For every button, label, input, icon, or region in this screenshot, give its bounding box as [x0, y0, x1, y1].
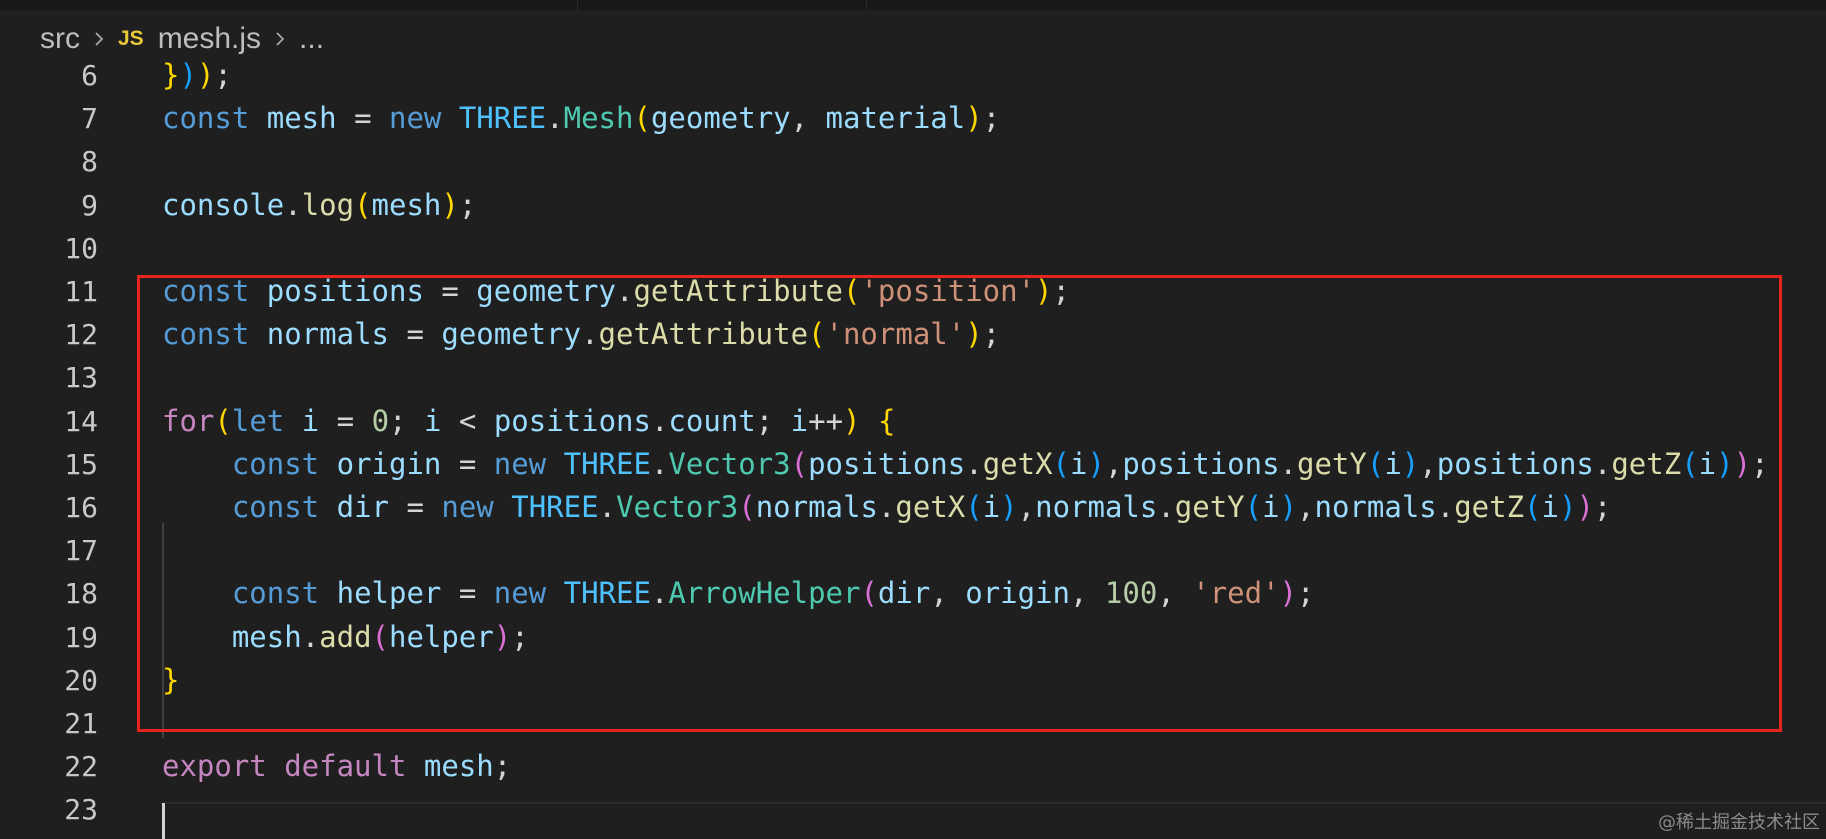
line-number: 6 — [81, 59, 98, 92]
current-line-highlight — [160, 802, 1826, 804]
code-token: mesh — [266, 101, 337, 136]
chevron-right-icon — [273, 32, 287, 46]
code-token: ; — [214, 58, 232, 92]
code-token: default — [284, 749, 424, 784]
code-token: ) — [965, 101, 983, 136]
code-token: ) — [441, 187, 459, 222]
line-number: 9 — [81, 188, 98, 222]
code-token: ( — [633, 101, 651, 136]
breadcrumb-folder[interactable]: src — [40, 22, 80, 56]
line-number: 18 — [64, 577, 98, 611]
code-content: export default mesh; — [162, 745, 511, 788]
code-token: . — [284, 187, 302, 222]
code-token: ; — [493, 749, 512, 784]
line-number: 11 — [64, 275, 98, 308]
line-number: 21 — [64, 707, 98, 740]
code-line[interactable]: 8 — [0, 140, 1826, 183]
code-token: material — [825, 101, 966, 136]
code-token: Mesh — [563, 101, 634, 136]
code-token: ; — [982, 101, 1001, 136]
code-token: console — [162, 187, 285, 222]
line-number: 23 — [64, 793, 98, 827]
code-token: log — [301, 187, 355, 222]
line-number: 8 — [81, 145, 98, 179]
code-token: THREE — [458, 101, 547, 136]
code-token: new — [389, 101, 459, 136]
code-line[interactable]: 10 — [0, 227, 1826, 270]
code-token: = — [336, 101, 389, 136]
code-content: })); — [162, 54, 232, 97]
line-number: 15 — [64, 447, 98, 481]
line-number: 10 — [64, 231, 98, 265]
line-number: 14 — [64, 404, 98, 438]
line-number: 22 — [64, 750, 98, 784]
highlight-annotation-box — [137, 275, 1782, 732]
tab-divider — [577, 0, 578, 10]
code-line[interactable]: 6})); — [0, 54, 1826, 97]
code-token: geometry — [650, 101, 791, 136]
line-number: 13 — [64, 361, 98, 395]
line-number: 16 — [64, 491, 98, 524]
code-token: ; — [458, 187, 477, 222]
editor-tab-strip — [0, 0, 1826, 10]
chevron-right-icon — [92, 32, 106, 46]
line-number: 20 — [64, 663, 98, 697]
code-line[interactable]: 23 — [0, 788, 1826, 831]
code-content: const mesh = new THREE.Mesh(geometry, ma… — [162, 97, 1000, 140]
code-token: ( — [354, 187, 372, 222]
code-token: mesh — [423, 749, 494, 784]
code-content: console.log(mesh); — [162, 184, 476, 227]
tab-divider — [866, 0, 867, 10]
code-token: export — [162, 749, 285, 784]
code-token: ) — [196, 58, 215, 92]
text-cursor — [162, 803, 165, 839]
line-number: 17 — [64, 534, 98, 568]
line-number: 7 — [81, 102, 98, 136]
code-token: . — [546, 101, 564, 136]
line-number: 19 — [64, 620, 98, 654]
code-token: } — [162, 58, 180, 92]
code-line[interactable]: 9 console.log(mesh); — [0, 184, 1826, 227]
code-line[interactable]: 7 const mesh = new THREE.Mesh(geometry, m… — [0, 97, 1826, 140]
breadcrumb-more[interactable]: ... — [299, 22, 324, 56]
javascript-file-icon: JS — [118, 27, 144, 50]
line-number: 12 — [64, 318, 98, 352]
breadcrumb-file[interactable]: mesh.js — [158, 22, 261, 56]
code-token: const — [162, 101, 267, 136]
code-token: mesh — [371, 187, 442, 222]
code-line[interactable]: 22 export default mesh; — [0, 745, 1826, 788]
code-token: , — [790, 101, 826, 136]
code-token: ) — [179, 58, 197, 92]
watermark: @稀土掘金技术社区 — [1658, 812, 1820, 833]
